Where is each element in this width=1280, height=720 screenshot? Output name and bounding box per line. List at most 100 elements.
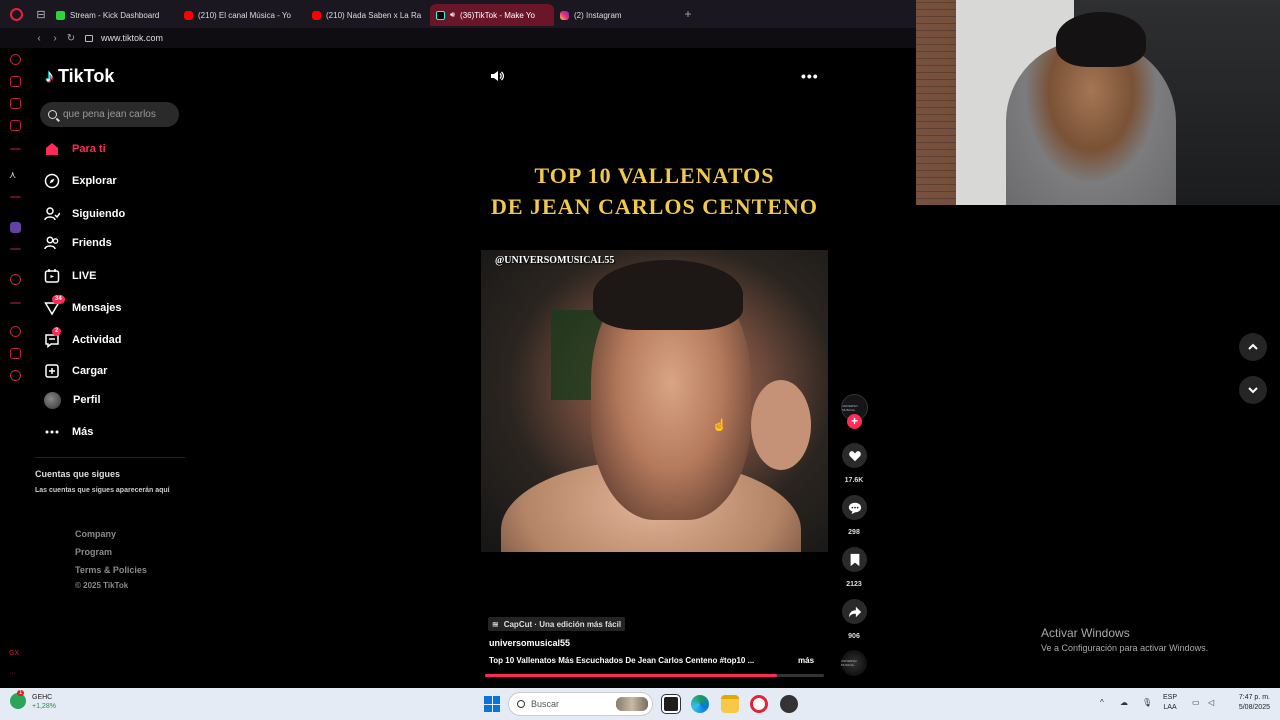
back-icon[interactable]: ‹	[31, 33, 47, 44]
opera-ai-icon[interactable]	[10, 54, 21, 65]
app-icon[interactable]	[780, 695, 798, 713]
opera-logo-icon[interactable]	[0, 0, 32, 28]
stock-icon: 1	[10, 690, 26, 709]
tab-kick[interactable]: Stream - Kick Dashboard	[50, 4, 178, 26]
twitch-icon[interactable]	[10, 222, 21, 233]
opera-workspace-icon[interactable]	[10, 76, 21, 87]
nav-item-para-ti[interactable]: Para ti	[44, 138, 106, 160]
windows-start-icon[interactable]	[484, 696, 500, 712]
taskbar-search[interactable]: Buscar	[508, 692, 653, 716]
comment-count: 298	[848, 529, 860, 536]
upload-icon	[44, 363, 60, 379]
activate-windows-title: Activar Windows	[1041, 626, 1130, 640]
stock-widget[interactable]: 1 GEHC +1,28%	[10, 690, 56, 711]
tab-instagram[interactable]: (2) Instagram	[554, 4, 678, 26]
sidebar-more-icon[interactable]: ···	[9, 670, 16, 677]
speaker-icon: 🔊︎	[450, 10, 456, 19]
footer-link-terms[interactable]: Terms & Policies	[75, 565, 147, 575]
file-explorer-icon[interactable]	[721, 695, 739, 713]
speaker-icon[interactable]: ◁	[1208, 698, 1214, 707]
tray-chevron-icon[interactable]: ^	[1100, 698, 1104, 707]
taskbar-search-placeholder: Buscar	[531, 699, 560, 709]
stock-badge: 1	[17, 690, 25, 696]
video-progress-bar[interactable]	[485, 674, 824, 677]
video-subject-ear	[751, 380, 811, 470]
network-icon[interactable]: ▭	[1192, 698, 1200, 707]
reload-icon[interactable]: ↻	[63, 33, 79, 44]
nav-item-explorar[interactable]: Explorar	[44, 170, 117, 192]
nav-item-cargar[interactable]: Cargar	[44, 360, 107, 382]
nav-label: Siguiendo	[72, 208, 126, 220]
video-author[interactable]: universomusical55	[489, 638, 570, 648]
sidebar-divider	[35, 457, 185, 458]
opera-instagram-icon[interactable]	[10, 120, 21, 131]
nav-item-friends[interactable]: Friends	[44, 232, 112, 254]
tiktok-icon: ♪	[45, 66, 54, 86]
chevron-up-icon	[1248, 343, 1258, 350]
tab-tiktok[interactable]: 🔊︎ (36)TikTok - Make Yo	[430, 4, 554, 26]
share-button[interactable]	[842, 599, 867, 624]
tab-youtube-2[interactable]: (210) Nada Saben x La Ra	[306, 4, 430, 26]
nav-item-actividad[interactable]: 2 Actividad	[44, 327, 122, 351]
video-description: Top 10 Vallenatos Más Escuchados De Jean…	[489, 656, 755, 665]
obs-icon[interactable]	[662, 695, 680, 713]
following-title: Cuentas que sigues	[35, 469, 121, 479]
forward-icon[interactable]: ›	[47, 33, 63, 44]
taskbar-clock[interactable]: 7:47 p. m. 5/08/2025	[1226, 693, 1270, 713]
nav-item-mas[interactable]: Más	[44, 421, 93, 443]
clock-time: 7:47 p. m.	[1238, 694, 1270, 701]
mouse-cursor-icon: ☝	[712, 418, 727, 432]
footer-link-company[interactable]: Company	[75, 529, 116, 539]
opera-gx-taskbar-icon[interactable]	[750, 695, 768, 713]
search-input[interactable]	[63, 109, 173, 120]
opera-gx-icon[interactable]: GX	[9, 650, 19, 657]
nav-label: Friends	[72, 237, 112, 249]
tab-youtube-1[interactable]: (210) El canal Música - Yo	[178, 4, 306, 26]
following-icon	[44, 206, 60, 222]
video-player[interactable]: @UNIVERSOMUSICAL55	[481, 250, 828, 552]
edge-icon[interactable]	[691, 695, 709, 713]
next-video-button[interactable]	[1239, 376, 1267, 404]
opera-messenger-icon[interactable]	[10, 98, 21, 109]
previous-video-button[interactable]	[1239, 333, 1267, 361]
nav-item-siguiendo[interactable]: Siguiendo	[44, 203, 125, 225]
clock-icon[interactable]	[10, 326, 21, 337]
tab-label: (36)TikTok - Make Yo	[460, 10, 535, 20]
save-button[interactable]	[842, 547, 867, 572]
language-indicator[interactable]: ESP LAA	[1163, 693, 1177, 713]
search-box[interactable]	[40, 102, 179, 127]
music-disc-icon[interactable]: UNIVERSO MUSICAL	[841, 650, 867, 676]
lock-icon[interactable]	[85, 34, 93, 42]
url-field[interactable]: www.tiktok.com	[101, 33, 163, 43]
opera-extensions-icon[interactable]	[10, 348, 21, 359]
video-progress-fill	[485, 674, 777, 677]
tiktok-logo[interactable]: ♪ TikTok	[45, 66, 114, 87]
settings-icon[interactable]	[10, 370, 21, 381]
opera-pin-icon[interactable]: ⋏	[9, 170, 16, 181]
footer-link-program[interactable]: Program	[75, 547, 112, 557]
new-tab-button[interactable]: +	[678, 7, 698, 21]
like-button[interactable]	[842, 443, 867, 468]
comment-button[interactable]	[842, 495, 867, 520]
share-count: 906	[848, 633, 860, 640]
more-options-icon[interactable]: •••	[801, 68, 819, 84]
nav-item-mensajes[interactable]: 34 Mensajes	[44, 295, 122, 319]
description-more-link[interactable]: más	[798, 656, 814, 665]
tab-islands-icon[interactable]: ⊟	[32, 0, 50, 28]
nav-label: Explorar	[72, 175, 117, 187]
youtube-icon	[184, 10, 193, 20]
opera-history-icon[interactable]	[10, 274, 21, 285]
cloud-icon[interactable]: ☁	[1120, 698, 1128, 707]
kick-icon	[56, 10, 65, 20]
activity-icon: 2	[44, 327, 62, 348]
microphone-icon[interactable]: 🎙︎	[1142, 698, 1152, 707]
capcut-tag[interactable]: ≊ CapCut · Una edición más fácil	[488, 617, 626, 631]
follow-button[interactable]: +	[847, 414, 862, 429]
nav-label: Más	[72, 426, 94, 438]
volume-icon[interactable]	[489, 68, 505, 84]
nav-item-perfil[interactable]: Perfil	[44, 389, 101, 411]
language-bottom: LAA	[1163, 704, 1177, 711]
nav-label: Para ti	[72, 143, 106, 155]
sidebar-divider	[10, 248, 21, 250]
nav-item-live[interactable]: LIVE	[44, 265, 96, 287]
